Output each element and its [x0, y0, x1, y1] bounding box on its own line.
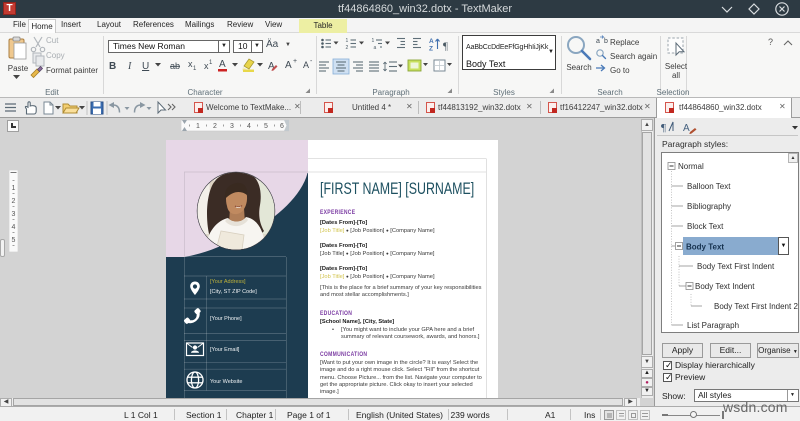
- svg-text:1: 1: [209, 60, 213, 66]
- svg-text:¶: ¶: [661, 122, 666, 134]
- svg-text:List Paragraph: List Paragraph: [687, 321, 739, 330]
- svg-text:A: A: [429, 38, 434, 45]
- svg-text:6: 6: [280, 123, 284, 130]
- svg-text:2: 2: [12, 198, 16, 205]
- svg-text:1: 1: [193, 66, 197, 72]
- svg-text:A: A: [303, 60, 309, 70]
- svg-text:Your Website: Your Website: [210, 379, 242, 385]
- svg-text:1: 1: [196, 123, 200, 130]
- svg-text:2: 2: [346, 45, 349, 51]
- svg-text:a: a: [596, 38, 600, 45]
- svg-text:[Your Email]: [Your Email]: [210, 347, 240, 353]
- svg-text:Bibliography: Bibliography: [687, 202, 731, 211]
- svg-text:1: 1: [12, 185, 16, 192]
- svg-text:A: A: [285, 60, 292, 71]
- svg-text:3: 3: [230, 123, 234, 130]
- svg-text:[Your Address]: [Your Address]: [210, 279, 246, 285]
- svg-text:?: ?: [768, 37, 773, 47]
- svg-text:[Your Phone]: [Your Phone]: [210, 316, 242, 322]
- svg-text:4: 4: [247, 123, 251, 130]
- svg-text:a: a: [374, 45, 377, 51]
- svg-text:5: 5: [264, 123, 268, 130]
- svg-text:2: 2: [213, 123, 217, 130]
- svg-text:[City, ST ZIP Code]: [City, ST ZIP Code]: [210, 289, 257, 295]
- svg-text:-: -: [310, 58, 313, 65]
- svg-text:Body Text First Indent: Body Text First Indent: [697, 262, 775, 271]
- svg-text:¶: ¶: [443, 41, 448, 53]
- svg-text:U: U: [142, 61, 149, 72]
- svg-text:A: A: [683, 123, 690, 134]
- svg-text:Body Text Indent: Body Text Indent: [695, 282, 755, 291]
- svg-text:Normal: Normal: [678, 162, 704, 171]
- svg-text:5: 5: [12, 237, 16, 244]
- svg-text:4: 4: [12, 224, 16, 231]
- svg-text:B: B: [109, 61, 116, 72]
- svg-text:Body Text First Indent 2: Body Text First Indent 2: [714, 302, 798, 311]
- svg-text:1: 1: [346, 38, 349, 44]
- svg-text:A: A: [268, 61, 275, 72]
- svg-text:ab: ab: [170, 61, 180, 71]
- svg-text:b: b: [604, 38, 608, 45]
- svg-text:I: I: [127, 61, 132, 72]
- svg-text:Z: Z: [429, 46, 433, 53]
- svg-text:Body Text: Body Text: [686, 243, 724, 252]
- svg-text:Block Text: Block Text: [687, 222, 724, 231]
- svg-text:Balloon Text: Balloon Text: [687, 182, 731, 191]
- svg-text:A: A: [219, 59, 226, 70]
- svg-text:+: +: [293, 58, 297, 65]
- svg-text:1: 1: [372, 38, 375, 44]
- svg-text:3: 3: [12, 211, 16, 218]
